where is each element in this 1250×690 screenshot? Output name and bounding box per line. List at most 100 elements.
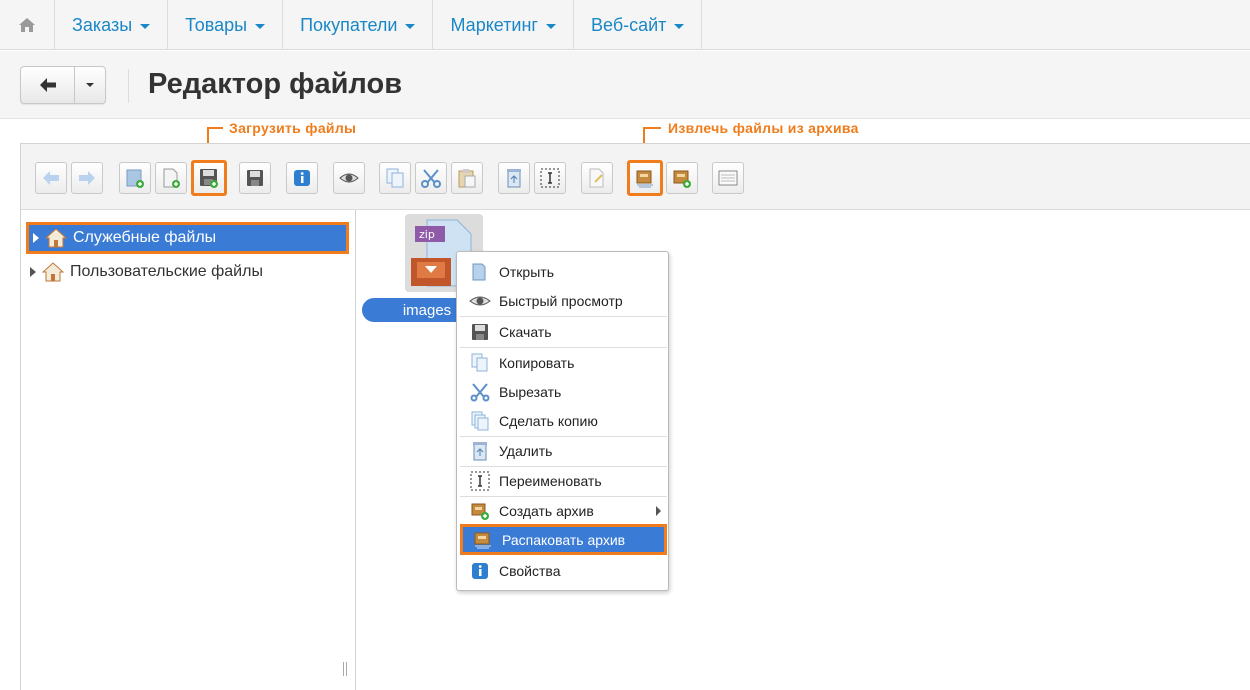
caret-down-icon: [140, 23, 151, 29]
floppy-disk-icon: [247, 170, 263, 186]
trash-icon: [507, 169, 521, 188]
context-menu: Открыть Быстрый просмотр Скачать Копиров…: [456, 251, 669, 591]
nav-website[interactable]: Веб-сайт: [574, 0, 703, 50]
header-divider: [128, 69, 129, 103]
edit-file-icon: [589, 168, 604, 188]
menu-item-create-archive[interactable]: Создать архив: [460, 496, 667, 526]
home-folder-icon: [45, 228, 67, 248]
info-icon: [469, 560, 491, 582]
menu-item-duplicate[interactable]: Сделать копию: [460, 406, 667, 436]
new-folder-button[interactable]: [119, 162, 151, 194]
archive-create-icon: [469, 500, 491, 522]
paste-icon: [458, 169, 476, 188]
caret-down-icon: [405, 23, 416, 29]
back-button[interactable]: [21, 67, 75, 103]
quick-view-button[interactable]: [333, 162, 365, 194]
arrow-right-icon: [79, 171, 95, 185]
back-nav-button[interactable]: [35, 162, 67, 194]
expand-arrow-icon[interactable]: [33, 233, 39, 243]
home-icon: [19, 18, 35, 32]
upload-icon: [200, 169, 218, 188]
menu-item-rename[interactable]: Переименовать: [460, 466, 667, 496]
paste-button[interactable]: [451, 162, 483, 194]
tree-item-label: Служебные файлы: [73, 229, 217, 246]
menu-item-label: Быстрый просмотр: [499, 293, 623, 309]
nav-customers-label: Покупатели: [300, 14, 398, 35]
nav-website-label: Веб-сайт: [591, 14, 667, 35]
nav-marketing-label: Маркетинг: [450, 14, 538, 35]
scissors-icon: [469, 381, 491, 403]
resize-grip[interactable]: [343, 662, 347, 676]
menu-item-label: Переименовать: [499, 473, 602, 489]
callout-upload: Загрузить файлы: [229, 120, 357, 136]
home-folder-icon: [42, 262, 64, 282]
folder-tree: Служебные файлы Пользовательские файлы: [21, 210, 356, 690]
menu-item-copy[interactable]: Копировать: [460, 348, 667, 378]
copy-button[interactable]: [379, 162, 411, 194]
expand-arrow-icon[interactable]: [30, 267, 36, 277]
extract-archive-button[interactable]: [627, 160, 663, 196]
page-header: Редактор файлов: [0, 51, 1250, 119]
menu-item-delete[interactable]: Удалить: [460, 436, 667, 466]
menu-item-label: Удалить: [499, 443, 553, 459]
eye-icon: [469, 290, 491, 312]
rename-icon: [540, 168, 560, 188]
new-file-button[interactable]: [155, 162, 187, 194]
submenu-arrow-icon: [656, 506, 661, 516]
menu-item-label: Свойства: [499, 563, 561, 579]
info-icon: [294, 170, 310, 186]
list-view-icon: [718, 170, 738, 186]
rename-button[interactable]: [534, 162, 566, 194]
view-mode-button[interactable]: [712, 162, 744, 194]
new-file-icon: [163, 168, 180, 188]
nav-marketing[interactable]: Маркетинг: [433, 0, 574, 50]
nav-orders-label: Заказы: [72, 14, 133, 35]
copy-icon: [469, 352, 491, 374]
edit-button[interactable]: [581, 162, 613, 194]
tree-item-service-files[interactable]: Служебные файлы: [26, 222, 349, 254]
menu-item-quick-view[interactable]: Быстрый просмотр: [460, 286, 667, 316]
toolbar: [21, 144, 1250, 210]
menu-item-extract-archive[interactable]: Распаковать архив: [460, 524, 667, 555]
menu-item-label: Скачать: [499, 324, 552, 340]
info-button[interactable]: [286, 162, 318, 194]
page-title: Редактор файлов: [148, 68, 403, 100]
callout-upload-line: [207, 127, 223, 129]
nav-products[interactable]: Товары: [168, 0, 284, 50]
eye-icon: [339, 173, 359, 183]
back-dropdown-button[interactable]: [75, 67, 105, 103]
forward-nav-button[interactable]: [71, 162, 103, 194]
download-button[interactable]: [239, 162, 271, 194]
menu-item-label: Создать архив: [499, 503, 594, 519]
nav-orders[interactable]: Заказы: [55, 0, 169, 50]
arrow-left-icon: [39, 78, 56, 92]
menu-item-download[interactable]: Скачать: [460, 317, 667, 347]
arrow-left-icon: [43, 171, 59, 185]
create-archive-button[interactable]: [666, 162, 698, 194]
menu-item-label: Сделать копию: [499, 413, 598, 429]
menu-item-label: Открыть: [499, 264, 554, 280]
upload-button[interactable]: [191, 160, 227, 196]
trash-icon: [469, 440, 491, 462]
callout-extract-line: [643, 127, 661, 129]
menu-item-properties[interactable]: Свойства: [460, 556, 667, 586]
nav-customers[interactable]: Покупатели: [283, 0, 434, 50]
folder-open-icon: [469, 261, 491, 283]
home-button[interactable]: [0, 0, 55, 50]
tree-item-label: Пользовательские файлы: [70, 263, 263, 280]
delete-button[interactable]: [498, 162, 530, 194]
menu-item-open[interactable]: Открыть: [460, 257, 667, 287]
tree-item-user-files[interactable]: Пользовательские файлы: [26, 256, 349, 288]
rename-icon: [469, 470, 491, 492]
duplicate-icon: [469, 410, 491, 432]
caret-down-icon: [674, 23, 685, 29]
nav-products-label: Товары: [185, 14, 248, 35]
menu-item-cut[interactable]: Вырезать: [460, 377, 667, 407]
svg-text:zip: zip: [419, 228, 435, 241]
cut-button[interactable]: [415, 162, 447, 194]
archive-extract-icon: [636, 170, 653, 188]
copy-icon: [386, 168, 404, 188]
caret-down-icon: [86, 83, 94, 87]
scissors-icon: [421, 169, 441, 188]
new-folder-icon: [126, 169, 144, 188]
